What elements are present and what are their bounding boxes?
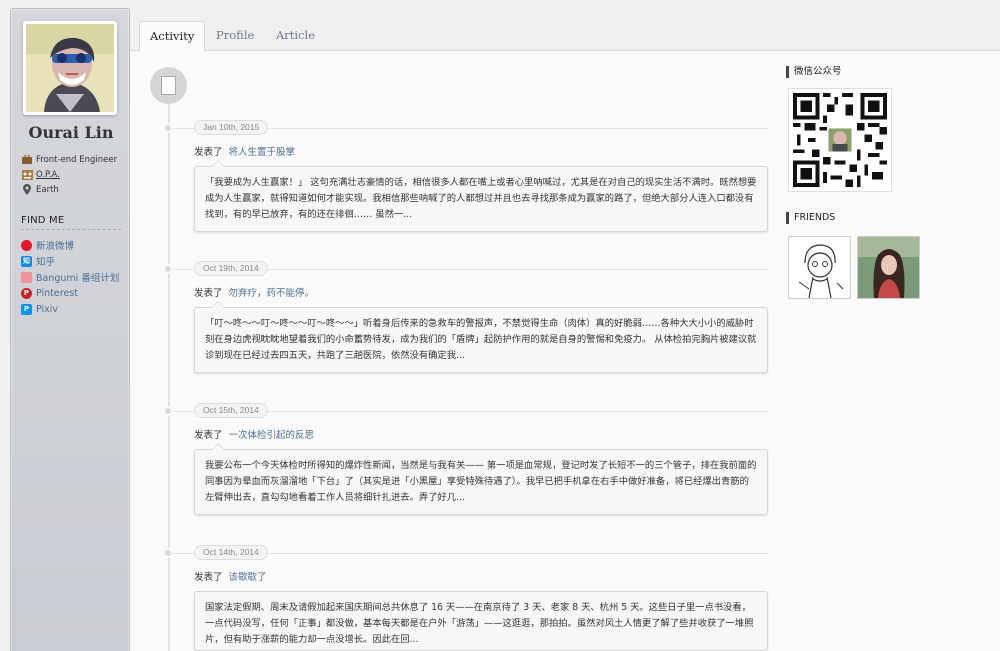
social-link-pixiv[interactable]: P Pixiv (21, 301, 133, 317)
document-icon (150, 67, 187, 104)
tab-article[interactable]: Article (266, 21, 325, 52)
pixiv-icon: P (21, 303, 32, 315)
friend-avatar[interactable] (857, 236, 920, 299)
info-location: Earth (21, 182, 129, 197)
wechat-qr-code (788, 88, 892, 192)
post-heading: 发表了 勿弃疗，药不能停。 (194, 285, 314, 299)
profile-sidebar: Ourai Lin Front-end Engineer O.P.A. Eart… (10, 8, 130, 651)
post-title-link[interactable]: 该歇歇了 (229, 572, 267, 583)
social-label[interactable]: Pixiv (36, 304, 58, 315)
social-links: 新浪微博 知 知乎 Bangumi 番组计划 P Pinterest P Pix… (21, 237, 133, 317)
zhihu-icon: 知 (21, 255, 32, 267)
callout-arrow (211, 443, 225, 450)
social-link-pinterest[interactable]: P Pinterest (21, 285, 133, 301)
posted-prefix: 发表了 (194, 430, 223, 441)
wechat-heading: 微信公众号 (786, 66, 986, 78)
avatar-illustration (26, 24, 114, 112)
briefcase-icon (21, 154, 33, 166)
friends-list (788, 236, 986, 299)
posted-prefix: 发表了 (194, 572, 223, 583)
post-excerpt-box: 国家法定假期、周末及请假加起来国庆期间总共休息了 16 天——在南京待了 3 天… (194, 591, 768, 651)
posted-prefix: 发表了 (194, 288, 223, 299)
post-excerpt-box: 我要公布一个今天体检时所得知的爆炸性新闻，当然是与我有关—— 第一项是血常规，登… (194, 443, 768, 515)
friend-avatar-sketch (789, 237, 850, 298)
info-organization-link[interactable]: O.P.A. (36, 170, 60, 180)
post-excerpt: 「叮～咚～～叮～咚～～叮～咚～～」听着身后传来的急救车的警报声，不禁觉得生命（肉… (205, 318, 757, 361)
info-job: Front-end Engineer (21, 152, 129, 167)
profile-name: Ourai Lin (28, 123, 114, 142)
post-excerpt: 「我要成为人生赢家！」 这句充满壮志豪情的话，相信很多人都在嘴上或者心里呐喊过，… (205, 177, 757, 220)
post-excerpt-box: 「我要成为人生赢家！」 这句充满壮志豪情的话，相信很多人都在嘴上或者心里呐喊过，… (194, 160, 768, 232)
avatar[interactable] (23, 21, 117, 115)
post-title-link[interactable]: 勿弃疗，药不能停。 (229, 288, 315, 299)
social-label[interactable]: Bangumi 番组计划 (36, 270, 119, 284)
post-title-link[interactable]: 一次体检引起的反思 (229, 430, 315, 441)
social-link-zhihu[interactable]: 知 知乎 (21, 253, 133, 269)
post-excerpt: 国家法定假期、周末及请假加起来国庆期间总共休息了 16 天——在南京待了 3 天… (205, 602, 754, 645)
posted-prefix: 发表了 (194, 147, 223, 158)
social-link-weibo[interactable]: 新浪微博 (21, 237, 133, 253)
info-organization[interactable]: O.P.A. (21, 167, 129, 182)
friend-avatar[interactable] (788, 236, 851, 299)
social-label[interactable]: Pinterest (36, 288, 78, 299)
tab-profile[interactable]: Profile (206, 21, 264, 52)
post-date: Oct 19th, 2014 (194, 261, 268, 276)
callout-arrow (211, 591, 225, 592)
tab-bar: Activity Profile Article (130, 0, 1000, 52)
callout-arrow (211, 301, 225, 308)
timeline-line (168, 101, 170, 651)
info-location-text: Earth (36, 184, 59, 195)
find-me-heading: FIND ME (21, 215, 121, 230)
post-excerpt-box: 「叮～咚～～叮～咚～～叮～咚～～」听着身后传来的急救车的警报声，不禁觉得生命（肉… (194, 301, 768, 373)
social-label[interactable]: 知乎 (36, 254, 55, 268)
post-title-link[interactable]: 将人生置于股掌 (229, 147, 296, 158)
organization-icon (21, 169, 33, 181)
profile-info-list: Front-end Engineer O.P.A. Earth (21, 152, 129, 197)
post-heading: 发表了 该歇歇了 (194, 569, 267, 583)
post-date: Jan 10th, 2015 (194, 120, 269, 135)
bangumi-icon (21, 271, 32, 283)
info-job-text: Front-end Engineer (36, 154, 118, 165)
tab-activity[interactable]: Activity (139, 21, 206, 52)
post-date: Oct 15th, 2014 (194, 403, 268, 418)
pinterest-icon: P (21, 287, 32, 299)
social-link-bangumi[interactable]: Bangumi 番组计划 (21, 269, 133, 285)
friend-avatar-photo (858, 237, 919, 298)
weibo-icon (21, 239, 32, 251)
friends-heading: FRIENDS (786, 212, 986, 224)
post-heading: 发表了 一次体检引起的反思 (194, 427, 314, 441)
post-heading: 发表了 将人生置于股掌 (194, 144, 295, 158)
location-pin-icon (21, 184, 33, 196)
qr-code-image (793, 93, 887, 187)
callout-arrow (211, 160, 225, 167)
post-date: Oct 14th, 2014 (194, 545, 268, 560)
right-column: 微信公众号 FRIENDS (786, 66, 986, 299)
social-label[interactable]: 新浪微博 (36, 238, 74, 252)
post-excerpt: 我要公布一个今天体检时所得知的爆炸性新闻，当然是与我有关—— 第一项是血常规，登… (205, 460, 757, 503)
